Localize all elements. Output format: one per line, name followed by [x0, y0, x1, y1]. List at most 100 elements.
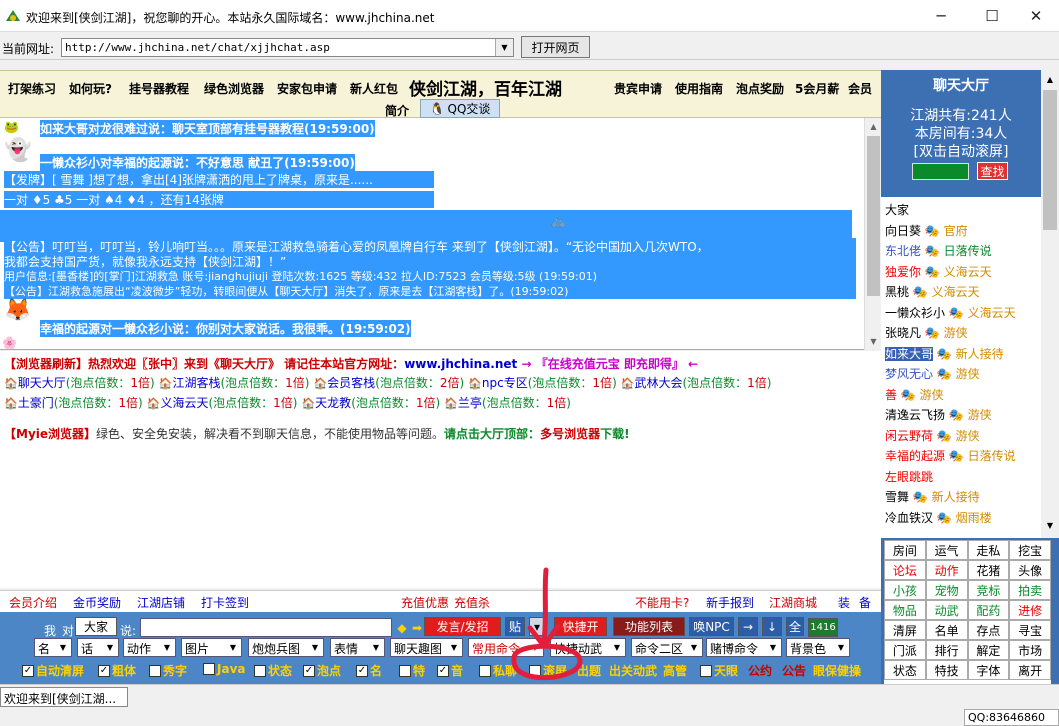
- myie-title[interactable]: 【Myie浏览器】: [4, 427, 96, 441]
- option-8[interactable]: 特: [399, 662, 425, 679]
- grid-cell[interactable]: 动武: [925, 600, 968, 620]
- user-item[interactable]: 向日葵 🎭 官府: [885, 222, 968, 239]
- option-7[interactable]: ✓ 名: [356, 662, 382, 679]
- room-entry[interactable]: 🏠义海云天(泡点倍数：1倍): [147, 396, 298, 410]
- footer-link-gold[interactable]: 金币奖励: [73, 594, 121, 611]
- banner-link-tutorial[interactable]: 挂号器教程: [129, 80, 189, 97]
- checkbox[interactable]: [203, 663, 215, 675]
- user-item[interactable]: 黑桃 🎭 义海云天: [885, 283, 980, 300]
- room-name[interactable]: 义海云天: [160, 396, 208, 410]
- sidebar-scroll-up-icon[interactable]: ▲: [1041, 70, 1059, 88]
- banner-link-guide[interactable]: 使用指南: [675, 80, 723, 97]
- select-command-area-2[interactable]: 命令二区 ▼: [631, 638, 703, 657]
- grid-cell[interactable]: 挖宝: [1009, 540, 1051, 560]
- target-select[interactable]: 大家: [75, 617, 117, 636]
- checkbox[interactable]: [529, 664, 541, 677]
- banner-link-vip-apply[interactable]: 贵宾申请: [614, 80, 662, 97]
- grid-cell[interactable]: 小孩: [884, 580, 926, 600]
- user-name[interactable]: 善: [885, 388, 897, 402]
- room-name[interactable]: 江湖客栈: [172, 376, 220, 390]
- user-search-input[interactable]: [912, 163, 969, 180]
- option-9[interactable]: ✓ 音: [437, 662, 463, 679]
- grid-cell[interactable]: 字体: [967, 660, 1010, 680]
- footer-link-recharge-offer[interactable]: 充值优惠: [401, 594, 449, 611]
- grid-cell[interactable]: 配药: [967, 600, 1010, 620]
- maximize-button[interactable]: ☐: [969, 0, 1015, 31]
- footer-link-mall[interactable]: 江湖商城: [769, 594, 817, 611]
- chat-scrollbar[interactable]: ▲ ▼: [864, 118, 881, 350]
- checkbox[interactable]: ✓: [98, 664, 110, 677]
- footer-link-member[interactable]: 会员介绍: [9, 594, 57, 611]
- user-name[interactable]: 东北佬: [885, 244, 921, 258]
- chat-scroll-thumb[interactable]: [867, 136, 880, 296]
- function-list-button[interactable]: 功能列表: [613, 617, 685, 636]
- user-item[interactable]: 一懒众衫小 🎭 义海云天: [885, 304, 1016, 321]
- tail-link-announcement[interactable]: 公告: [782, 662, 806, 679]
- banner-link-how-to-play[interactable]: 如何玩?: [69, 80, 112, 97]
- grid-cell[interactable]: 状态: [884, 660, 926, 680]
- paste-dropdown[interactable]: ▾: [529, 617, 545, 636]
- call-npc-button[interactable]: 唤NPC: [689, 617, 734, 636]
- grid-cell[interactable]: 解定: [967, 640, 1010, 660]
- grid-cell[interactable]: 物品: [884, 600, 926, 620]
- user-item[interactable]: 梦风无心 🎭 游侠: [885, 365, 980, 382]
- select-gamble-command[interactable]: 赌博命令 ▼: [706, 638, 782, 657]
- grid-cell[interactable]: 拍卖: [1009, 580, 1051, 600]
- scroll-right-icon[interactable]: →: [738, 617, 758, 636]
- user-item[interactable]: 冷血铁汉 🎭 烟雨楼: [885, 509, 992, 526]
- grid-cell[interactable]: 论坛: [884, 560, 926, 580]
- user-name[interactable]: 冷血铁汉: [885, 511, 933, 525]
- address-input[interactable]: http://www.jhchina.net/chat/xjjhchat.asp: [61, 38, 514, 57]
- room-entry[interactable]: 🏠兰亭(泡点倍数：1倍): [444, 396, 571, 410]
- banner-link-home-package[interactable]: 安家包申请: [277, 80, 337, 97]
- auto-scroll-toggle[interactable]: [双击自动滚屏]: [881, 143, 1041, 161]
- myie-download-link[interactable]: 多号浏览器: [540, 427, 600, 441]
- option-11[interactable]: 滚屏: [529, 662, 567, 679]
- grid-cell[interactable]: 特技: [925, 660, 968, 680]
- scroll-down-arrow-icon[interactable]: ↓: [762, 617, 782, 636]
- user-item[interactable]: 闲云野荷 🎭 游侠: [885, 427, 980, 444]
- footer-link-shop[interactable]: 江湖店铺: [137, 594, 185, 611]
- room-name[interactable]: 兰亭: [458, 396, 482, 410]
- grid-cell[interactable]: 走私: [967, 540, 1010, 560]
- user-item[interactable]: 善 🎭 游侠: [885, 386, 944, 403]
- sidebar-scrollbar[interactable]: ▲ ▼: [1041, 70, 1059, 538]
- user-name[interactable]: 闲云野荷: [885, 429, 933, 443]
- room-entry[interactable]: 🏠聊天大厅(泡点倍数：1倍): [4, 376, 155, 390]
- banner-link-bubble-reward[interactable]: 泡点奖励: [736, 80, 784, 97]
- checkbox[interactable]: [479, 664, 491, 677]
- shortcut-button[interactable]: 快捷开: [554, 617, 607, 636]
- option-5[interactable]: 状态: [254, 662, 292, 679]
- user-item[interactable]: 独爱你 🎭 义海云天: [885, 263, 992, 280]
- select-common-command[interactable]: 常用命令 ▼: [468, 638, 544, 657]
- option-3[interactable]: 秀字: [149, 662, 187, 679]
- room-entry[interactable]: 🏠江湖客栈(泡点倍数：1倍): [159, 376, 310, 390]
- room-entry[interactable]: 🏠土豪门(泡点倍数：1倍): [4, 396, 143, 410]
- footer-link-equip[interactable]: 装: [838, 594, 850, 611]
- room-name[interactable]: 土豪门: [18, 396, 54, 410]
- user-item[interactable]: 张晓凡 🎭 游侠: [885, 324, 968, 341]
- room-name[interactable]: 天龙教: [315, 396, 351, 410]
- option-6[interactable]: ✓ 泡点: [303, 662, 341, 679]
- grid-cell[interactable]: 市场: [1009, 640, 1051, 660]
- room-entry[interactable]: 🏠会员客栈(泡点倍数：2倍): [313, 376, 464, 390]
- tail-link-admin[interactable]: 高管: [663, 662, 687, 679]
- chat-message-area[interactable]: 🐸 如来大哥对龙很难过说：聊天室顶部有挂号器教程(19:59:00) 👻 一懒众…: [0, 118, 864, 350]
- user-name[interactable]: 左眼跳跳: [885, 470, 933, 484]
- option-1[interactable]: ✓ 自动清屏: [22, 662, 84, 679]
- room-name[interactable]: 聊天大厅: [18, 376, 66, 390]
- grid-cell[interactable]: 寻宝: [1009, 620, 1051, 640]
- user-item[interactable]: 雪舞 🎭 新人接待: [885, 488, 980, 505]
- room-entry[interactable]: 🏠武林大会(泡点倍数：1倍): [621, 376, 772, 390]
- scroll-up-icon[interactable]: ▲: [865, 118, 882, 135]
- footer-link-card-issue[interactable]: 不能用卡?: [635, 594, 689, 611]
- next-arrow-icon[interactable]: ➡: [409, 618, 425, 637]
- paste-button[interactable]: 贴: [505, 617, 525, 636]
- user-item[interactable]: 大家: [885, 201, 909, 218]
- checkbox[interactable]: [149, 664, 161, 677]
- checkbox[interactable]: ✓: [22, 664, 34, 677]
- banner-link-newbie-bonus[interactable]: 新人红包: [350, 80, 398, 97]
- user-name[interactable]: 张晓凡: [885, 326, 921, 340]
- grid-cell[interactable]: 进修: [1009, 600, 1051, 620]
- room-name[interactable]: npc专区: [482, 376, 528, 390]
